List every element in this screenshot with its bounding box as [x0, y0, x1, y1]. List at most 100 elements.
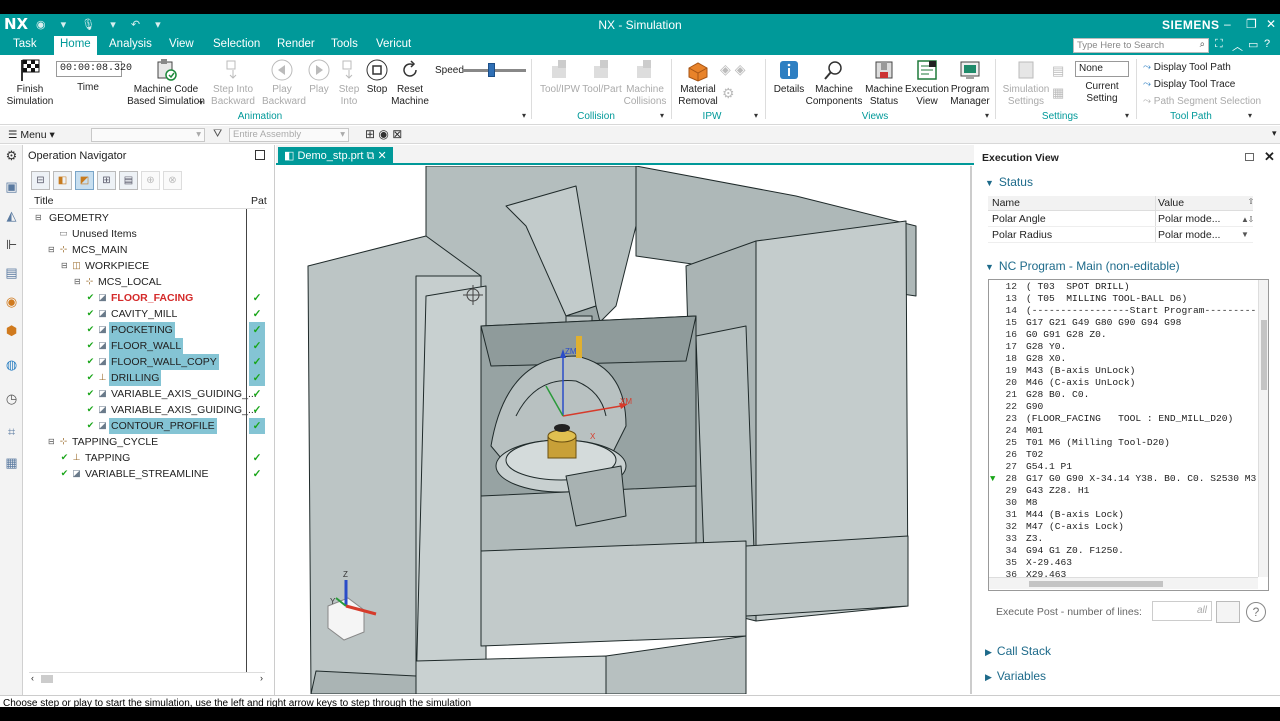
machine-status-button[interactable]: Machine Status [864, 58, 904, 108]
machine-3d-scene[interactable]: ZM XM X Z Y [276, 166, 972, 694]
create-operation-icon[interactable]: ▤ [119, 171, 138, 190]
tool-ipw-button[interactable]: Tool/IPW [538, 58, 582, 96]
nc-line[interactable]: 25 T01 M6 (Milling Tool-D20) [989, 437, 1257, 449]
nc-line[interactable]: 34 G94 G1 Z0. F1250. [989, 545, 1257, 557]
nc-line[interactable]: 35 X-29.463 [989, 557, 1257, 569]
nc-line[interactable]: 22 G90 [989, 401, 1257, 413]
tab-render[interactable]: Render [277, 38, 315, 50]
machining-method-view-icon[interactable]: ⊞ [97, 171, 116, 190]
status-section-header[interactable]: ▼ Status [985, 175, 1033, 189]
selection-tools-icons[interactable]: ⊞ ◉ ⊠ [365, 127, 402, 141]
tab-task[interactable]: Task [13, 38, 37, 50]
display-tool-trace-option[interactable]: ⤳ Display Tool Trace [1143, 76, 1278, 93]
finish-simulation-button[interactable]: Finish Simulation [6, 58, 54, 108]
tab-analysis[interactable]: Analysis [109, 38, 152, 50]
tree-row[interactable]: ✔ ◪ VARIABLE_AXIS_GUIDING_... ✓ [29, 402, 265, 418]
nc-line[interactable]: 17 G28 Y0. [989, 341, 1257, 353]
collapse-toggle-icon[interactable]: ⊟ [61, 258, 68, 274]
nc-program-listing[interactable]: 12 ( T03 SPOT DRILL) 13 ( T05 MILLING TOOL-… [988, 279, 1269, 591]
tab-selection[interactable]: Selection [213, 38, 260, 50]
scroll-thumb[interactable] [1261, 320, 1267, 390]
remove-item-icon[interactable]: ⊗ [163, 171, 182, 190]
nc-vertical-scrollbar[interactable] [1258, 280, 1268, 577]
tool-path-group-dropdown-icon[interactable]: ▾ [1248, 111, 1252, 120]
tree-row[interactable]: ✔ ◪ VARIABLE_STREAMLINE ✓ [29, 466, 265, 482]
tree-row[interactable]: ✔ ◪ FLOOR_WALL ✓ [29, 338, 265, 354]
menu-button[interactable]: ☰ Menu ▾ [8, 129, 55, 141]
tree-row[interactable]: ✔ ◪ FLOOR_WALL_COPY ✓ [29, 354, 265, 370]
program-order-view-icon[interactable]: ⊟ [31, 171, 50, 190]
nc-line[interactable]: 30 M8 [989, 497, 1257, 509]
tree-row[interactable]: ⊟ ⊹ TAPPING_CYCLE [29, 434, 265, 450]
tool-library-icon[interactable]: ⬢ [4, 323, 19, 338]
nc-line[interactable]: 15 G17 G21 G49 G80 G90 G94 G98 [989, 317, 1257, 329]
reuse-library-icon[interactable]: ◉ [4, 294, 19, 309]
process-studio-icon[interactable]: ⌗ [4, 424, 19, 439]
tree-row[interactable]: ⊟ GEOMETRY [29, 210, 265, 226]
column-name[interactable]: Name [992, 197, 1020, 209]
scroll-down-icon[interactable]: ▼ [1239, 230, 1251, 243]
animation-group-dropdown-icon[interactable]: ▾ [522, 111, 526, 120]
scroll-right-icon[interactable]: › [260, 673, 263, 683]
filter-icon[interactable]: ⛛ [213, 128, 222, 141]
collapse-ribbon-icon[interactable]: ︿ [1232, 38, 1243, 54]
scroll-left-icon[interactable]: ‹ [31, 673, 34, 683]
nc-line[interactable]: 31 M44 (B-axis Lock) [989, 509, 1257, 521]
operation-navigator-icon[interactable]: ⊩ [4, 237, 19, 252]
settings-group-dropdown-icon[interactable]: ▾ [1125, 111, 1129, 120]
machine-tool-navigator-icon[interactable]: ▤ [4, 265, 19, 280]
type-filter-select[interactable]: ▾ [91, 128, 205, 142]
minimize-icon[interactable]: – [1224, 17, 1231, 31]
tab-vericut[interactable]: Vericut [376, 38, 411, 50]
table-row[interactable]: Polar Angle Polar mode... [988, 211, 1253, 227]
play-button[interactable]: Play [302, 58, 336, 96]
geometry-view-icon[interactable]: ◩ [75, 171, 94, 190]
column-path[interactable]: Pat [251, 195, 267, 207]
scroll-up-icon[interactable]: ▲ [1239, 215, 1251, 228]
program-manager-button[interactable]: Program Manager [948, 58, 992, 108]
reset-machine-button[interactable]: Reset Machine [390, 58, 430, 108]
collapse-toggle-icon[interactable]: ⊟ [48, 242, 55, 258]
search-input[interactable]: Type Here to Search ⌕ [1073, 38, 1209, 53]
execution-view-button[interactable]: Execution View [905, 58, 949, 108]
nc-line[interactable]: 26 T02 [989, 449, 1257, 461]
tree-row[interactable]: ✔ ⊥ TAPPING ✓ [29, 450, 265, 466]
help-icon[interactable]: ? [1246, 602, 1266, 622]
close-window-icon[interactable]: ✕ [1266, 17, 1276, 31]
machine-code-dropdown-icon[interactable]: ▾ [199, 98, 203, 107]
tree-row[interactable]: ⊟ ⊹ MCS_MAIN [29, 242, 265, 258]
tab-home[interactable]: Home [54, 36, 97, 55]
scroll-thumb[interactable] [1029, 581, 1163, 587]
search-icon[interactable]: ⌕ [1200, 39, 1205, 50]
nc-line[interactable]: 29 G43 Z28. H1 [989, 485, 1257, 497]
tab-view[interactable]: View [169, 38, 194, 50]
views-group-dropdown-icon[interactable]: ▾ [985, 111, 989, 120]
history-icon[interactable]: ◷ [4, 391, 19, 406]
time-field[interactable]: 00:00:08.320 [56, 61, 132, 77]
tool-part-button[interactable]: Tool/Part [580, 58, 624, 96]
restore-icon[interactable]: ❐ [1246, 17, 1257, 31]
ipw-group-dropdown-icon[interactable]: ▾ [754, 111, 758, 120]
nc-line[interactable]: 16 G0 G91 G28 Z0. [989, 329, 1257, 341]
assembly-scope-select[interactable]: Entire Assembly ▾ [229, 128, 349, 142]
column-title[interactable]: Title [34, 195, 53, 207]
nc-line[interactable]: 13 ( T05 MILLING TOOL-BALL D6) [989, 293, 1257, 305]
add-item-icon[interactable]: ⊕ [141, 171, 160, 190]
current-setting-select[interactable]: None [1075, 61, 1129, 77]
play-backward-button[interactable]: Play Backward [262, 58, 306, 108]
panel-maximize-icon[interactable] [255, 150, 265, 160]
document-tab[interactable]: ◧ Demo_stp.prt ⧉ ✕ [278, 147, 393, 165]
execute-post-button[interactable] [1216, 601, 1240, 623]
tab-tools[interactable]: Tools [331, 38, 358, 50]
call-stack-section-header[interactable]: ▶ Call Stack [985, 644, 1051, 658]
collapse-toggle-icon[interactable]: ⊟ [35, 210, 42, 226]
part-navigator-icon[interactable]: ▣ [4, 179, 19, 194]
roles-icon[interactable]: ▦ [4, 455, 19, 470]
tree-row[interactable]: ✔ ◪ FLOOR_FACING ✓ [29, 290, 265, 306]
tree-row[interactable]: ✔ ⊥ DRILLING ✓ [29, 370, 265, 386]
nc-line[interactable]: 32 M47 (C-axis Lock) [989, 521, 1257, 533]
machine-tool-view-icon[interactable]: ◧ [53, 171, 72, 190]
help-icon[interactable]: ? [1264, 38, 1270, 50]
panel-maximize-icon[interactable] [1245, 153, 1254, 161]
step-into-button[interactable]: Step Into [334, 58, 364, 108]
